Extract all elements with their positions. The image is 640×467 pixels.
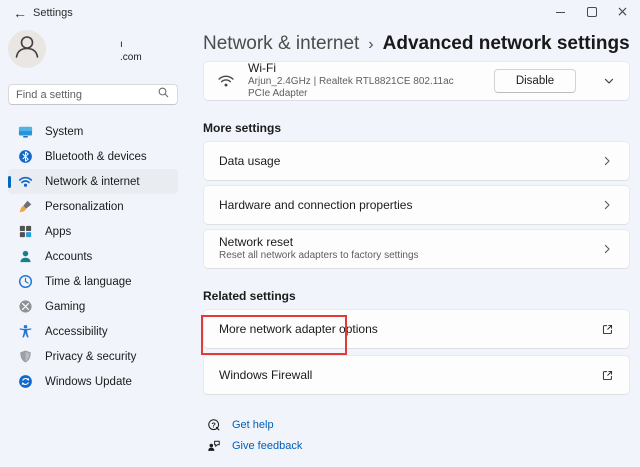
shield-icon xyxy=(18,349,33,364)
selected-accent-bar xyxy=(8,175,11,188)
get-help-link[interactable]: ? Get help xyxy=(207,415,274,435)
sidebar-item-label: Windows Update xyxy=(45,375,132,388)
wifi-card-title: Wi-Fi xyxy=(248,61,276,75)
card-title: Network reset xyxy=(219,234,294,249)
window-title: Settings xyxy=(33,7,73,19)
chevron-down-icon[interactable] xyxy=(602,74,616,88)
sidebar-item-label: Apps xyxy=(45,225,72,238)
update-arrows-icon xyxy=(18,374,33,389)
card-text: More network adapter options xyxy=(219,321,378,336)
wifi-signal-icon xyxy=(217,72,235,90)
external-link-icon xyxy=(601,323,614,336)
get-help-label: Get help xyxy=(232,419,274,431)
wifi-card-text: Wi-Fi Arjun_2.4GHz | Realtek RTL8821CE 8… xyxy=(248,62,468,100)
user-name-fragment: ı xyxy=(120,39,123,50)
card-title: Data usage xyxy=(219,153,281,168)
sidebar-item-label: Personalization xyxy=(45,200,124,213)
maximize-icon xyxy=(586,7,597,17)
maximize-button[interactable] xyxy=(576,0,607,24)
apps-grid-icon xyxy=(18,224,33,239)
card-text: Windows Firewall xyxy=(219,367,313,382)
xbox-icon xyxy=(18,299,33,314)
wifi-icon xyxy=(18,174,33,189)
network-reset-card[interactable]: Network reset Reset all network adapters… xyxy=(203,229,630,269)
sidebar-item-accounts[interactable]: Accounts xyxy=(8,244,178,269)
titlebar: ← Settings × xyxy=(0,0,640,26)
svg-text:?: ? xyxy=(211,420,216,429)
sidebar-item-privacy[interactable]: Privacy & security xyxy=(8,344,178,369)
section-heading-related-settings: Related settings xyxy=(203,289,296,303)
sidebar-item-apps[interactable]: Apps xyxy=(8,219,178,244)
give-feedback-link[interactable]: Give feedback xyxy=(207,436,302,456)
breadcrumb-parent[interactable]: Network & internet xyxy=(203,33,359,55)
sidebar-item-gaming[interactable]: Gaming xyxy=(8,294,178,319)
more-network-adapter-options-card[interactable]: More network adapter options xyxy=(203,309,630,349)
bluetooth-icon xyxy=(18,149,33,164)
window-controls: × xyxy=(545,0,638,24)
hardware-properties-card[interactable]: Hardware and connection properties xyxy=(203,185,630,225)
person-outline-icon xyxy=(8,28,46,71)
wifi-card-subtitle: Arjun_2.4GHz | Realtek RTL8821CE 802.11a… xyxy=(248,76,454,99)
close-icon: × xyxy=(616,4,629,20)
wifi-adapter-card[interactable]: Wi-Fi Arjun_2.4GHz | Realtek RTL8821CE 8… xyxy=(203,61,630,101)
main-content: Network & internet › Advanced network se… xyxy=(203,25,630,456)
chevron-right-icon xyxy=(600,154,614,168)
sidebar-item-label: Gaming xyxy=(45,300,86,313)
search-input[interactable] xyxy=(16,88,157,101)
clock-icon xyxy=(18,274,33,289)
sidebar-item-label: Network & internet xyxy=(45,175,140,188)
card-title: Hardware and connection properties xyxy=(219,197,413,212)
page-title: Advanced network settings xyxy=(382,33,630,54)
chevron-right-icon xyxy=(600,242,614,256)
sidebar-item-label: Accessibility xyxy=(45,325,108,338)
sidebar-nav: System Bluetooth & devices Network & int… xyxy=(8,119,178,394)
disable-button[interactable]: Disable xyxy=(494,69,576,93)
sidebar-item-bluetooth[interactable]: Bluetooth & devices xyxy=(8,144,178,169)
search-icon xyxy=(157,86,170,104)
help-question-icon: ? xyxy=(207,418,221,432)
brush-icon xyxy=(18,199,33,214)
system-icon xyxy=(18,124,33,139)
sidebar-item-accessibility[interactable]: Accessibility xyxy=(8,319,178,344)
person-icon xyxy=(18,249,33,264)
avatar[interactable] xyxy=(8,30,46,68)
back-button[interactable]: ← xyxy=(9,3,31,23)
sidebar-item-label: Privacy & security xyxy=(45,350,137,363)
windows-firewall-card[interactable]: Windows Firewall xyxy=(203,355,630,395)
section-heading-more-settings: More settings xyxy=(203,121,282,135)
feedback-person-icon xyxy=(207,439,221,453)
footer-links: ? Get help Give feedback xyxy=(203,415,630,456)
card-title: More network adapter options xyxy=(219,321,378,336)
minimize-button[interactable] xyxy=(545,0,576,24)
minimize-icon xyxy=(556,11,565,13)
user-account-text[interactable]: ı .com xyxy=(120,38,142,64)
sidebar-item-windows-update[interactable]: Windows Update xyxy=(8,369,178,394)
card-title: Windows Firewall xyxy=(219,367,313,382)
data-usage-card[interactable]: Data usage xyxy=(203,141,630,181)
sidebar-item-label: Bluetooth & devices xyxy=(45,150,147,163)
breadcrumb-separator-icon: › xyxy=(368,36,374,53)
sidebar-item-time-language[interactable]: Time & language xyxy=(8,269,178,294)
chevron-right-icon xyxy=(600,198,614,212)
give-feedback-label: Give feedback xyxy=(232,440,303,452)
sidebar-item-label: Time & language xyxy=(45,275,132,288)
sidebar-item-network[interactable]: Network & internet xyxy=(8,169,178,194)
external-link-icon xyxy=(601,369,614,382)
card-subtitle: Reset all network adapters to factory se… xyxy=(219,250,419,262)
accessibility-person-icon xyxy=(18,324,33,339)
search-box[interactable] xyxy=(8,84,178,105)
sidebar-item-label: Accounts xyxy=(45,250,93,263)
sidebar-item-system[interactable]: System xyxy=(8,119,178,144)
close-button[interactable]: × xyxy=(607,0,638,24)
card-text: Network reset Reset all network adapters… xyxy=(219,234,419,263)
user-email-fragment: .com xyxy=(120,52,142,63)
back-arrow-icon: ← xyxy=(13,5,27,21)
sidebar-item-label: System xyxy=(45,125,84,138)
sidebar-item-personalization[interactable]: Personalization xyxy=(8,194,178,219)
breadcrumb: Network & internet › Advanced network se… xyxy=(203,33,630,55)
card-text: Hardware and connection properties xyxy=(219,197,413,212)
card-text: Data usage xyxy=(219,153,281,168)
